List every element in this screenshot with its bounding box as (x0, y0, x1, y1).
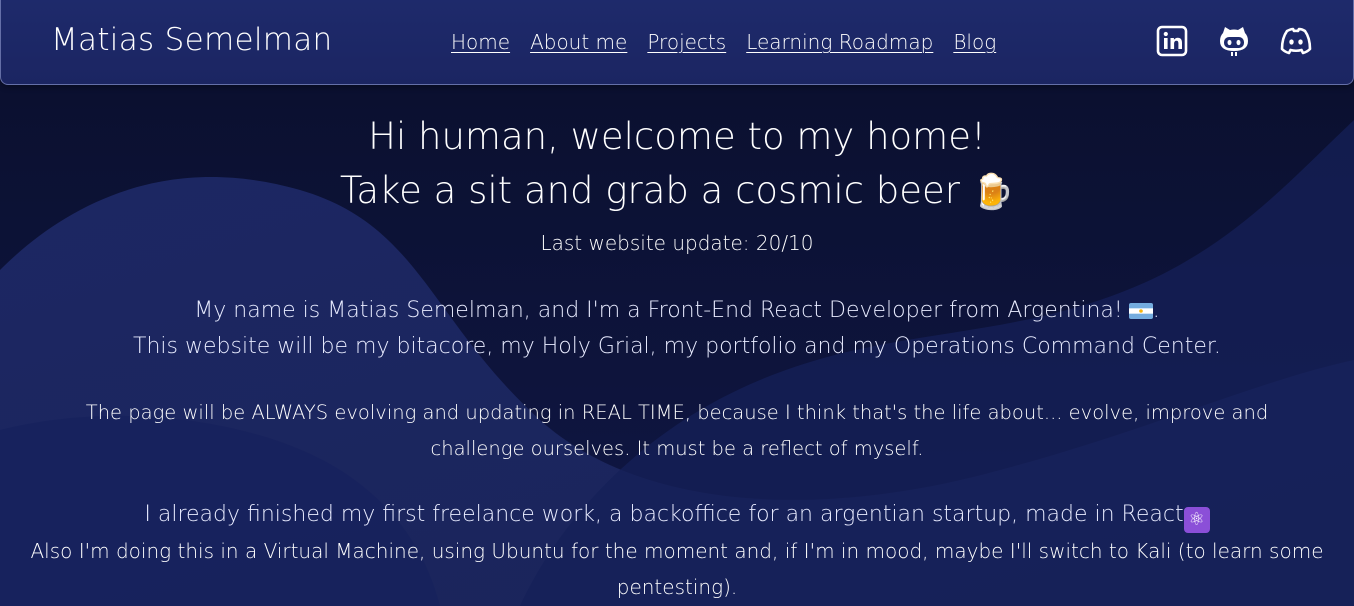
intro-paragraph: My name is Matias Semelman, and I'm a Fr… (0, 293, 1354, 365)
nav-link-projects[interactable]: Projects (647, 30, 726, 54)
welcome-line-1: Hi human, welcome to my home! (368, 115, 986, 158)
nav-link-about-me[interactable]: About me (530, 30, 627, 54)
welcome-heading: Hi human, welcome to my home! Take a sit… (0, 110, 1354, 219)
page: Matias Semelman Home About me Projects L… (0, 0, 1354, 606)
argentina-flag-icon (1128, 303, 1153, 319)
main-nav: Home About me Projects Learning Roadmap … (451, 30, 996, 54)
discord-icon[interactable] (1279, 24, 1313, 58)
nav-link-blog[interactable]: Blog (953, 30, 996, 54)
linkedin-icon[interactable] (1155, 24, 1189, 58)
beer-icon: 🍺 (971, 172, 1015, 212)
top-navbar: Matias Semelman Home About me Projects L… (0, 0, 1354, 85)
welcome-line-2-text: Take a sit and grab a cosmic beer (339, 169, 960, 212)
intro-line-1-text: My name is Matias Semelman, and I'm a Fr… (194, 298, 1123, 323)
vm-paragraph: Also I'm doing this in a Virtual Machine… (30, 539, 1324, 599)
main-content: Hi human, welcome to my home! Take a sit… (0, 84, 1354, 605)
last-update-text: Last website update: 20/10 (540, 231, 814, 255)
welcome-line-2: Take a sit and grab a cosmic beer 🍺 (0, 164, 1354, 219)
github-icon[interactable] (1217, 24, 1251, 58)
freelance-text: I already finished my first freelance wo… (144, 502, 1184, 527)
social-links (1155, 24, 1313, 58)
intro-line-1: My name is Matias Semelman, and I'm a Fr… (0, 293, 1354, 329)
site-brand[interactable]: Matias Semelman (51, 22, 333, 58)
intro-line-1-end: . (1152, 298, 1160, 323)
nav-link-home[interactable]: Home (451, 30, 510, 54)
react-atom-icon: ⚛ (1183, 507, 1210, 533)
nav-link-learning-roadmap[interactable]: Learning Roadmap (746, 30, 933, 54)
intro-line-2: This website will be my bitacore, my Hol… (133, 334, 1221, 359)
evolve-paragraph: The page will be ALWAYS evolving and upd… (85, 401, 1269, 460)
freelance-paragraph: I already finished my first freelance wo… (0, 497, 1354, 533)
